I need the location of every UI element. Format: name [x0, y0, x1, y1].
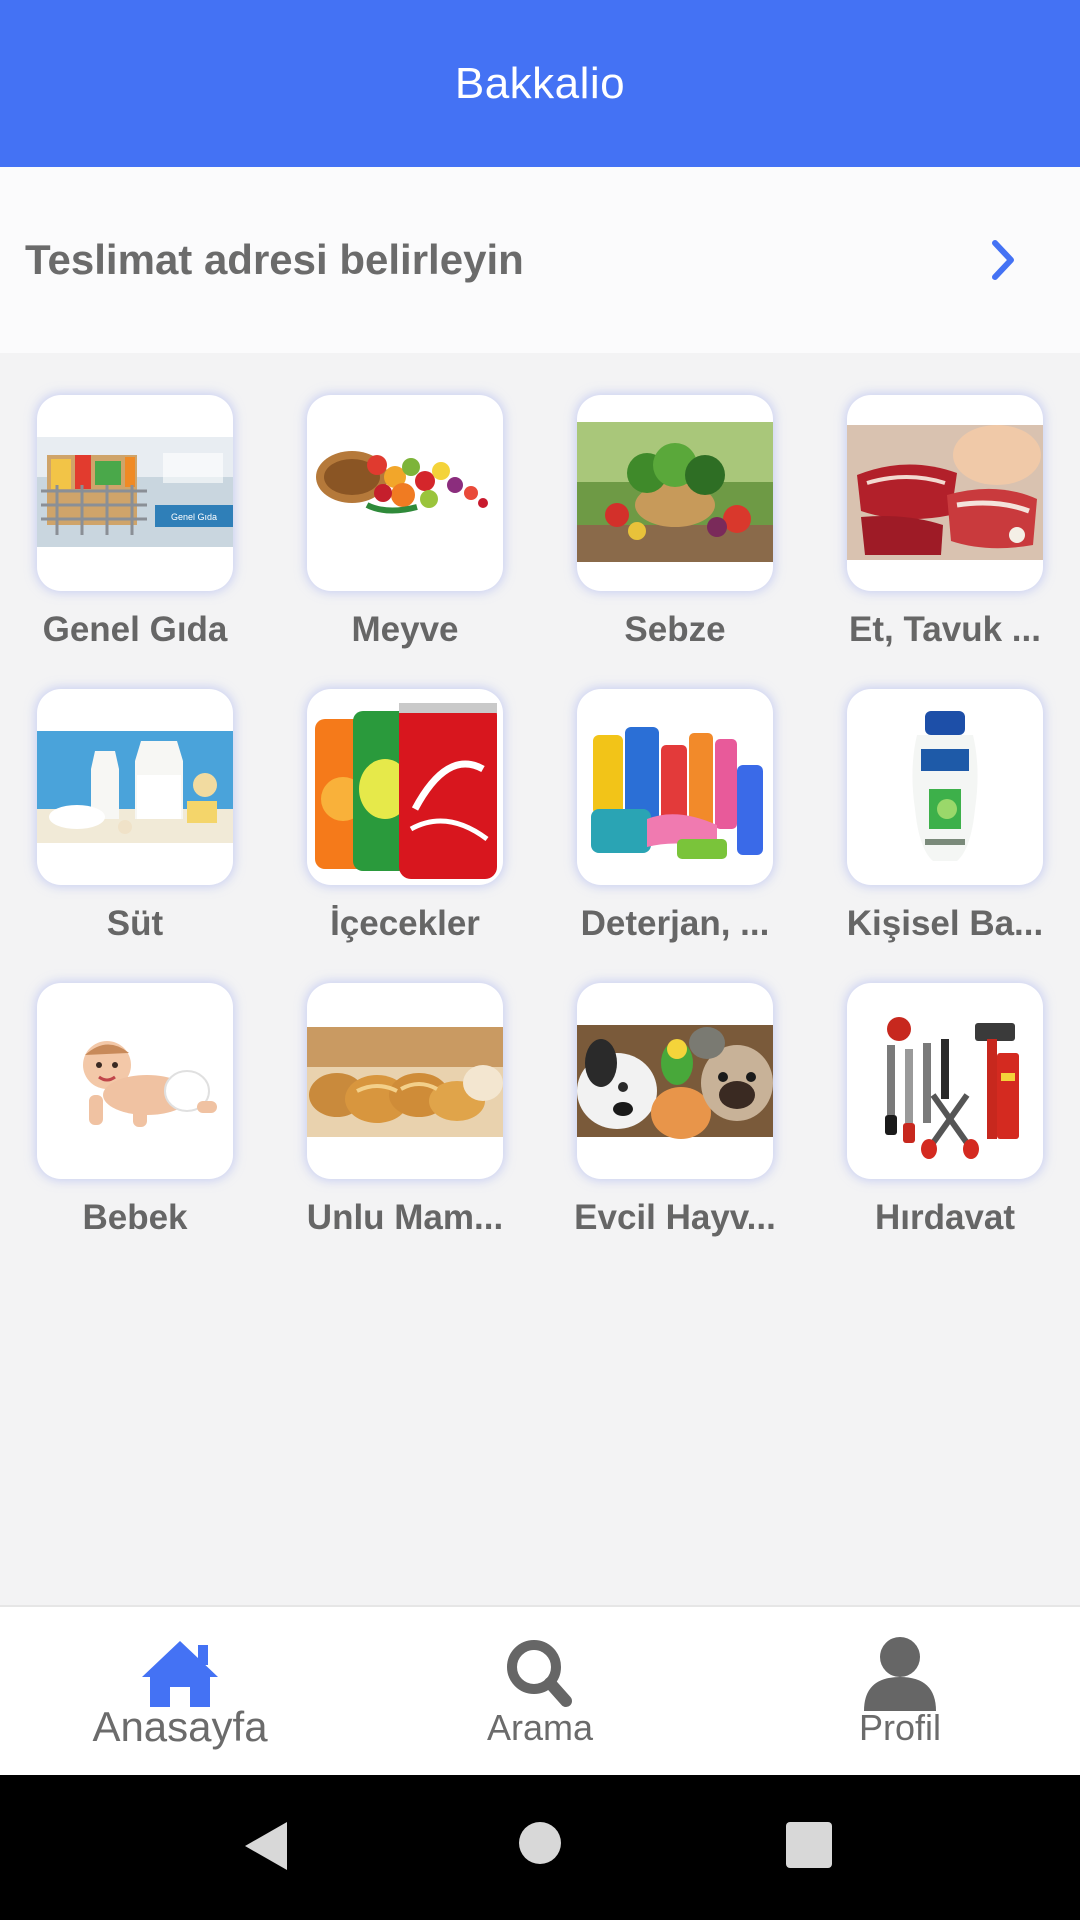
category-hirdavat[interactable]: Hırdavat: [810, 941, 1080, 1237]
category-name: Unlu Mam...: [306, 1198, 504, 1237]
nav-label: Anasayfa: [92, 1703, 268, 1750]
nav-item-home[interactable]: Anasayfa: [0, 1607, 360, 1775]
tools-image: [885, 1017, 1019, 1159]
category-icecekler[interactable]: İçecekler: [270, 647, 540, 943]
category-name: Sebze: [624, 610, 726, 649]
category-sut[interactable]: Süt: [0, 647, 270, 943]
category-et-tavuk[interactable]: Et, Tavuk ...: [810, 353, 1080, 649]
category-image-card: [847, 395, 1043, 591]
category-name: Deterjan, ...: [580, 904, 770, 943]
category-image-card: [37, 689, 233, 885]
category-name: Meyve: [351, 610, 459, 649]
category-image-card: [847, 689, 1043, 885]
meat-image: [847, 425, 1043, 560]
category-name: Süt: [106, 904, 164, 943]
pets-image: [577, 1025, 773, 1139]
bread-image: [307, 1027, 503, 1137]
category-name: Hırdavat: [874, 1198, 1016, 1237]
category-image-card: [577, 689, 773, 885]
search-icon: [490, 1633, 590, 1713]
shampoo-bottle-image: [912, 711, 978, 861]
category-name: Kişisel Ba...: [846, 904, 1044, 943]
category-unlu-mamul[interactable]: Unlu Mam...: [270, 941, 540, 1237]
recents-icon[interactable]: [786, 1822, 832, 1873]
category-genel-gida[interactable]: Genel Gıda Genel Gıda: [0, 353, 270, 649]
baby-image: [83, 1041, 217, 1127]
profile-icon: [850, 1633, 950, 1713]
nav-label: Arama: [486, 1707, 594, 1748]
bottom-navigation: Anasayfa Arama Profil: [0, 1605, 1080, 1775]
nav-item-search[interactable]: Arama: [360, 1607, 720, 1775]
back-icon[interactable]: [243, 1820, 289, 1877]
category-image-card: [577, 983, 773, 1179]
fruit-basket-image: [316, 451, 488, 514]
category-image-card: [847, 983, 1043, 1179]
category-deterjan[interactable]: Deterjan, ...: [540, 647, 810, 943]
category-evcil-hayvan[interactable]: Evcil Hayv...: [540, 941, 810, 1237]
delivery-address-row[interactable]: Teslimat adresi belirleyin: [0, 167, 1080, 353]
app-bar: Bakkalio: [0, 0, 1080, 167]
delivery-address-label: Teslimat adresi belirleyin: [25, 236, 524, 283]
system-navigation-bar: [0, 1775, 1080, 1920]
detergent-bottles-image: [591, 727, 763, 859]
category-image-card: [577, 395, 773, 591]
dairy-image: [37, 731, 233, 843]
category-kisisel-bakim[interactable]: Kişisel Ba...: [810, 647, 1080, 943]
category-sebze[interactable]: Sebze: [540, 353, 810, 649]
category-meyve[interactable]: Meyve: [270, 353, 540, 649]
category-name: İçecekler: [330, 904, 480, 943]
category-image-card: [307, 689, 503, 885]
category-name: Genel Gıda: [42, 610, 228, 649]
soda-cans-image: [315, 703, 497, 879]
home-circle-icon[interactable]: [518, 1821, 562, 1870]
app-title: Bakkalio: [454, 58, 626, 108]
vegetables-image: [577, 422, 773, 562]
category-image-card: Genel Gıda: [37, 395, 233, 591]
nav-item-profile[interactable]: Profil: [720, 1607, 1080, 1775]
category-bebek[interactable]: Bebek: [0, 941, 270, 1237]
grocery-cart-image: Genel Gıda: [37, 437, 233, 547]
category-image-card: [307, 395, 503, 591]
svg-text:Genel Gıda: Genel Gıda: [171, 512, 217, 522]
category-name: Bebek: [82, 1198, 188, 1237]
home-icon: [130, 1633, 230, 1713]
nav-label: Profil: [858, 1707, 942, 1748]
category-image-card: [307, 983, 503, 1179]
category-image-card: [37, 983, 233, 1179]
chevron-right-icon: [973, 230, 1033, 290]
category-name: Et, Tavuk ...: [849, 610, 1041, 649]
category-name: Evcil Hayv...: [574, 1198, 776, 1237]
